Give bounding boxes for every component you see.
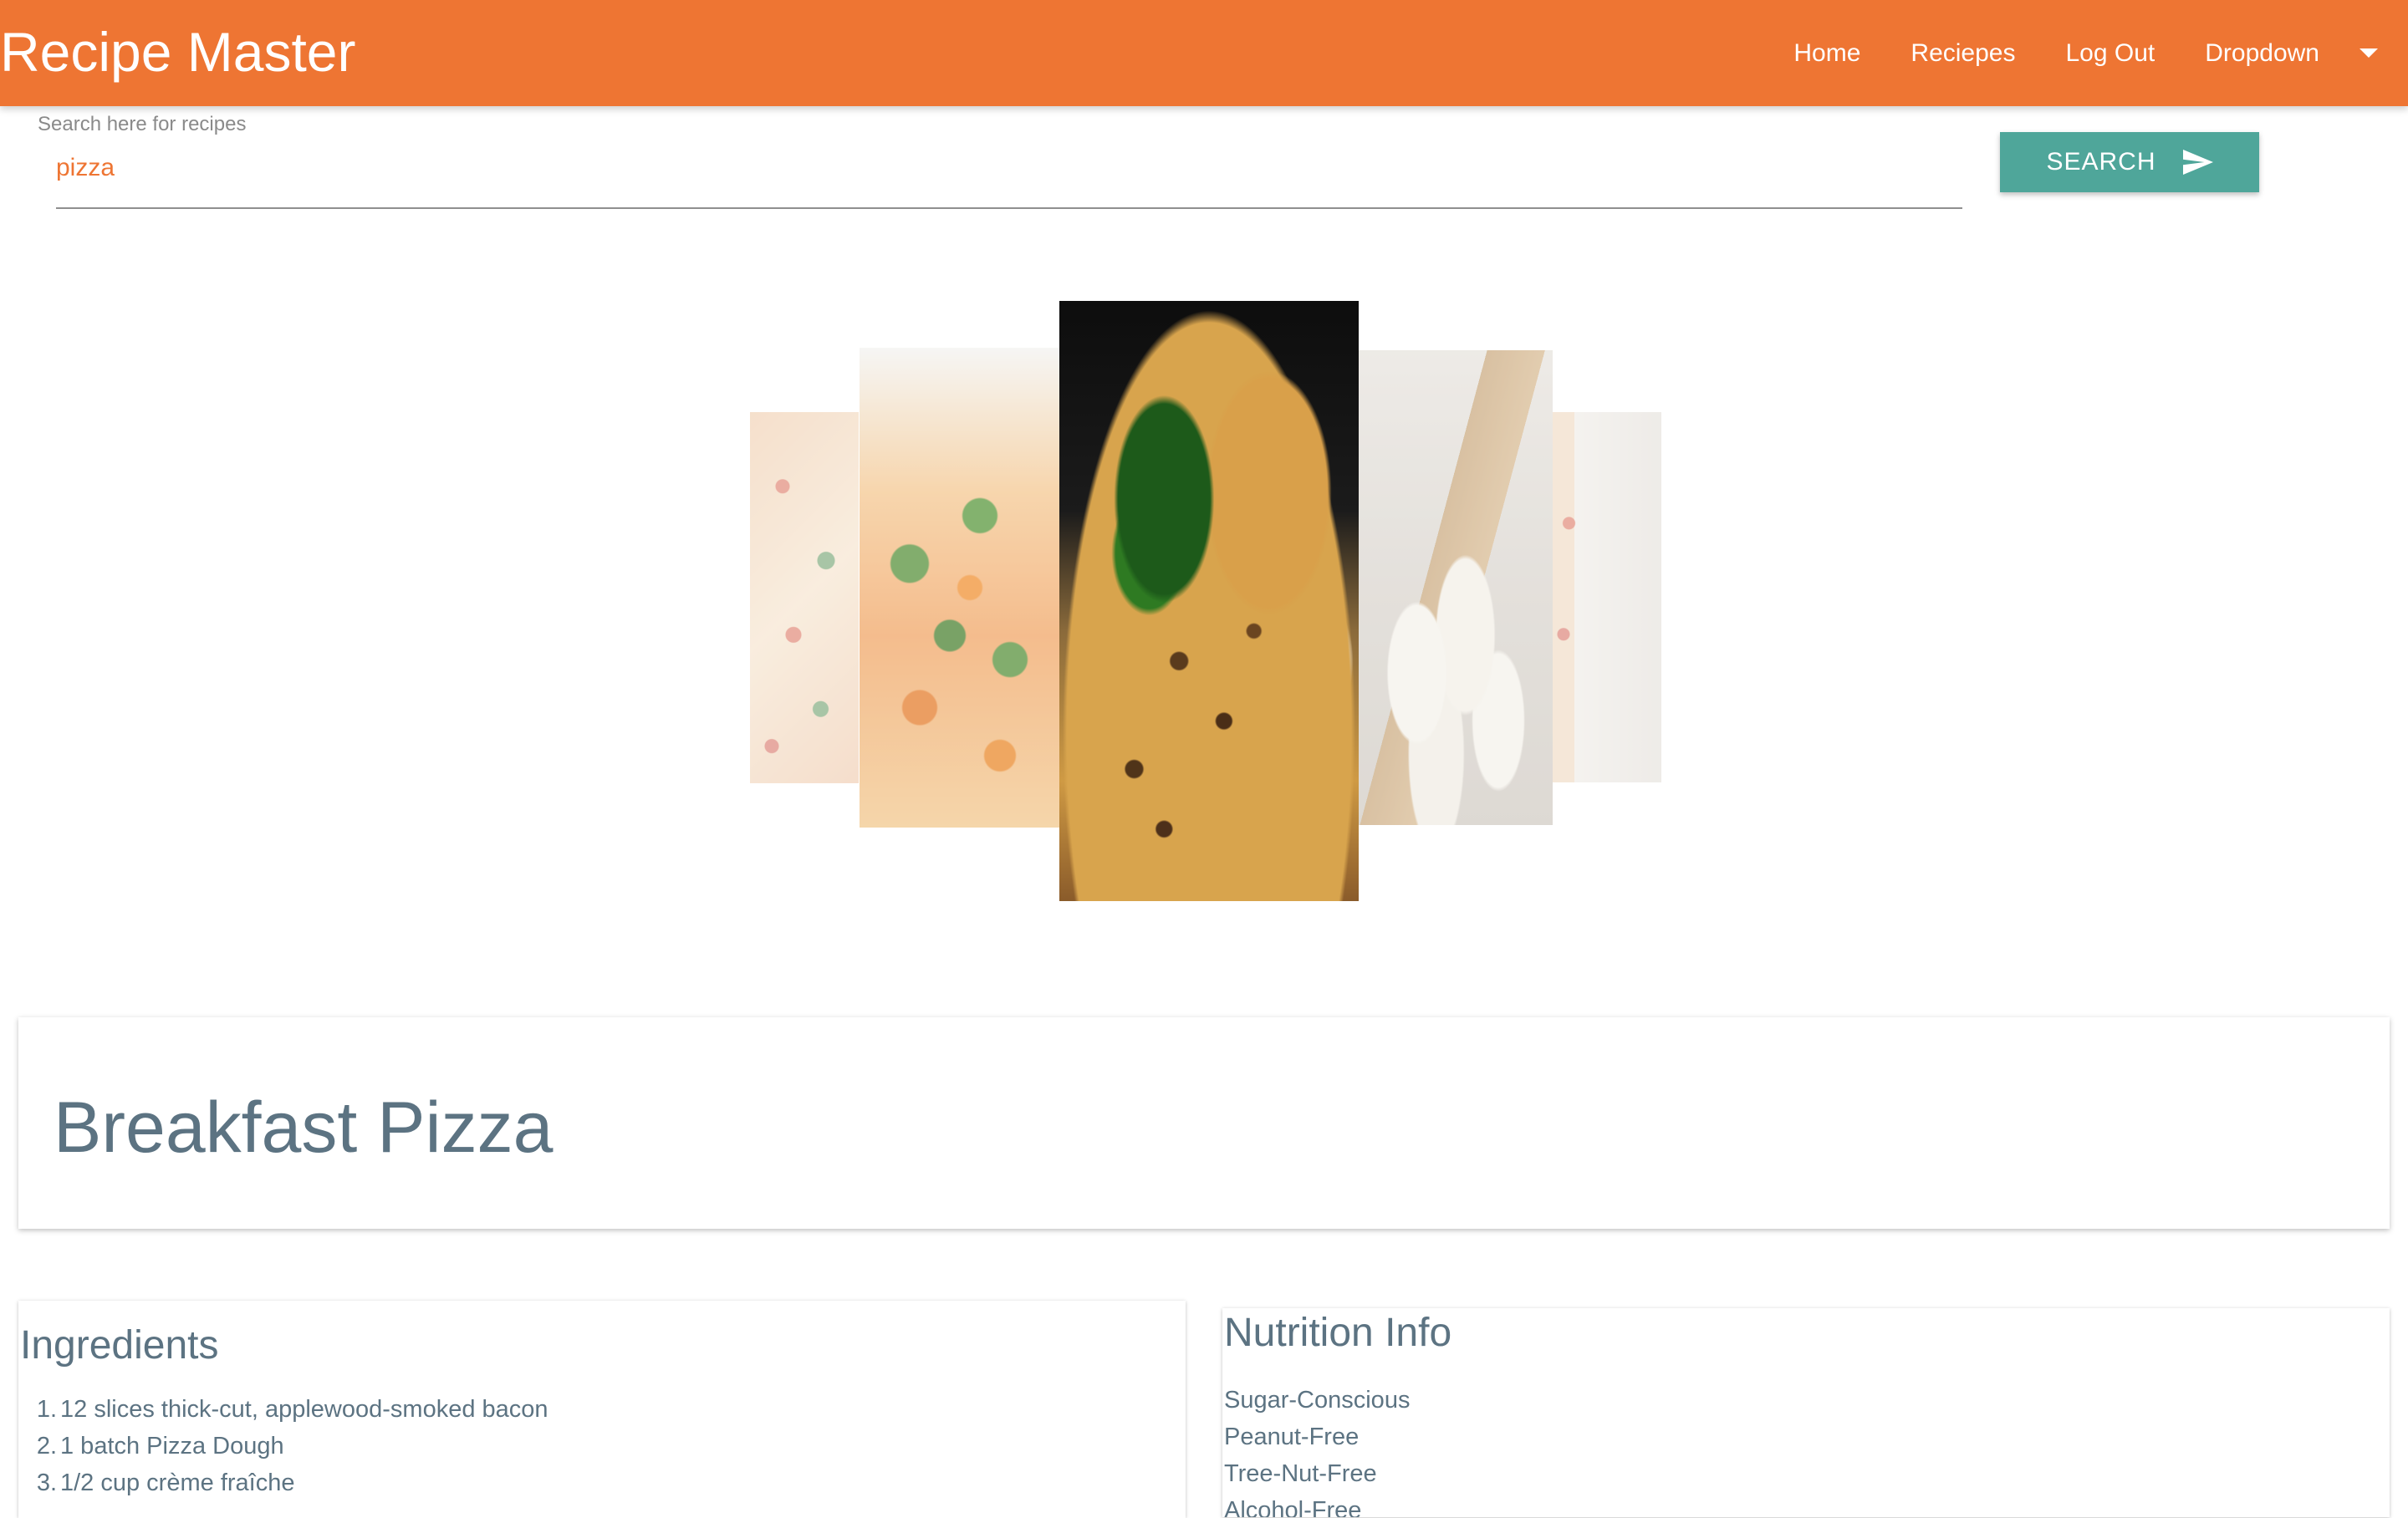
send-icon	[2182, 150, 2213, 175]
ingredient-number: 2.	[36, 1433, 57, 1459]
nav-link-home[interactable]: Home	[1768, 0, 1885, 106]
nutrition-label: Sugar-Conscious	[1224, 1387, 1411, 1414]
ingredient-text: 1 batch Pizza Dough	[60, 1433, 284, 1459]
caret-down-icon[interactable]	[2360, 48, 2378, 58]
carousel-slide-pizza-dough-balls[interactable]	[1359, 350, 1553, 825]
ingredient-item: 1. 12 slices thick-cut, applewood-smoked …	[20, 1391, 548, 1428]
slide-fade-overlay	[1553, 412, 1661, 782]
slide-fade-overlay	[860, 348, 1060, 828]
nav-link-logout[interactable]: Log Out	[2041, 0, 2181, 106]
search-input[interactable]	[56, 149, 1962, 209]
carousel-slide-vegetable-pizza[interactable]	[860, 348, 1060, 828]
search-button[interactable]: SEARCH	[2000, 132, 2259, 192]
nutrition-heading: Nutrition Info	[1224, 1311, 1452, 1355]
ingredients-heading: Ingredients	[20, 1323, 219, 1368]
sliced-pizza-image	[1059, 301, 1359, 901]
slide-fade-overlay	[1359, 350, 1553, 825]
nav-links: Home Reciepes Log Out Dropdown	[1768, 0, 2378, 106]
ingredient-text: 1/2 cup crème fraîche	[60, 1470, 295, 1496]
nutrition-label: Peanut-Free	[1224, 1424, 1360, 1450]
carousel-slide-pizza-top-view[interactable]	[750, 412, 859, 783]
nutrition-label: Alcohol-Free	[1224, 1497, 1362, 1517]
search-label: Search here for recipes	[38, 113, 247, 135]
slide-fade-overlay	[750, 412, 859, 783]
search-button-label: SEARCH	[2046, 148, 2156, 176]
nutrition-panel: Nutrition Info Sugar-Conscious Peanut-Fr…	[1222, 1308, 2390, 1517]
nutrition-label: Tree-Nut-Free	[1224, 1460, 1377, 1487]
ingredient-text: 12 slices thick-cut, applewood-smoked ba…	[60, 1396, 548, 1423]
ingredients-panel: Ingredients 1. 12 slices thick-cut, apple…	[18, 1301, 1186, 1518]
nutrition-list: Sugar-Conscious Peanut-Free Tree-Nut-Fre…	[1224, 1382, 1410, 1517]
ingredient-item: 3. 1/2 cup crème fraîche	[20, 1465, 548, 1501]
brand-logo[interactable]: Recipe Master	[0, 18, 356, 85]
carousel-slide-pizza-on-board[interactable]	[1553, 412, 1661, 782]
nav-link-recipes[interactable]: Reciepes	[1885, 0, 2040, 106]
recipe-title-card: Breakfast Pizza	[18, 1017, 2390, 1229]
nav-link-dropdown[interactable]: Dropdown	[2180, 0, 2344, 106]
ingredient-number: 3.	[36, 1470, 57, 1496]
ingredient-item: 2. 1 batch Pizza Dough	[20, 1428, 548, 1465]
top-navbar: Recipe Master Home Reciepes Log Out Drop…	[0, 0, 2408, 106]
recipe-title: Breakfast Pizza	[54, 1088, 554, 1168]
ingredient-number: 1.	[36, 1396, 57, 1423]
ingredient-list: 1. 12 slices thick-cut, applewood-smoked …	[20, 1391, 548, 1501]
carousel-slide-sliced-pizza[interactable]	[1059, 301, 1359, 901]
image-carousel	[0, 267, 2408, 936]
